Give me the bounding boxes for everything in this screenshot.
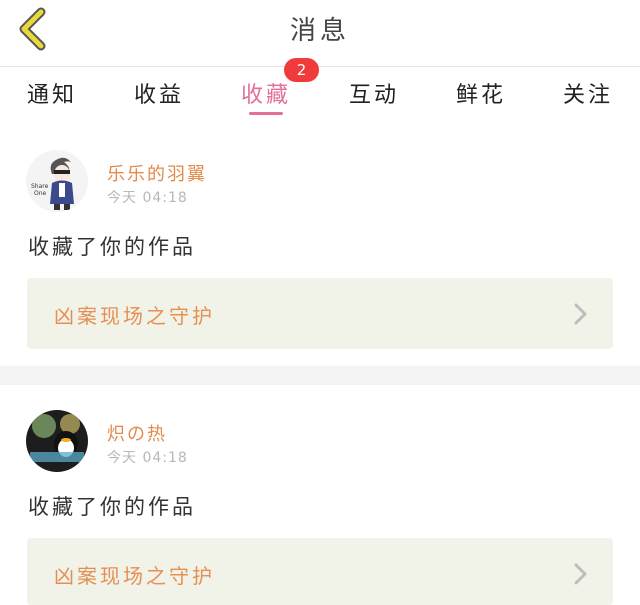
notification-item: Share One 乐乐的羽翼 今天 04:18 收藏了你的作品 凶案现场之守护	[0, 130, 640, 366]
favorites-count-badge: 2	[284, 58, 319, 82]
active-tab-indicator	[249, 112, 283, 115]
tab-follows[interactable]: 关注	[563, 77, 613, 109]
svg-text:Share: Share	[31, 183, 49, 190]
notification-message: 收藏了你的作品	[28, 495, 196, 519]
username[interactable]: 炽の热	[107, 420, 167, 446]
username[interactable]: 乐乐的羽翼	[107, 160, 207, 186]
chevron-right-icon	[574, 563, 587, 585]
tab-favorites[interactable]: 收藏	[241, 77, 291, 109]
work-title: 凶案现场之守护	[54, 564, 215, 588]
notification-message: 收藏了你的作品	[28, 235, 196, 259]
svg-text:One: One	[34, 190, 47, 197]
section-divider	[0, 366, 640, 385]
tab-notifications[interactable]: 通知	[27, 77, 77, 109]
avatar-image: Share One	[26, 150, 88, 212]
chevron-right-icon	[574, 303, 587, 325]
timestamp: 今天 04:18	[107, 450, 188, 466]
user-avatar[interactable]	[26, 410, 88, 472]
timestamp: 今天 04:18	[107, 190, 188, 206]
top-bar: 消息	[0, 0, 640, 67]
tab-flowers[interactable]: 鲜花	[456, 77, 506, 109]
work-title: 凶案现场之守护	[54, 304, 215, 328]
user-avatar[interactable]: Share One	[26, 150, 88, 212]
tab-bar: 通知 收益 收藏 互动 鲜花 关注	[0, 67, 640, 119]
notification-item: 炽の热 今天 04:18 收藏了你的作品 凶案现场之守护	[0, 385, 640, 605]
tab-earnings[interactable]: 收益	[134, 77, 184, 109]
tab-interactions[interactable]: 互动	[349, 77, 399, 109]
work-link[interactable]: 凶案现场之守护	[27, 278, 613, 349]
page-title: 消息	[289, 16, 350, 46]
avatar-image	[26, 410, 88, 472]
work-link[interactable]: 凶案现场之守护	[27, 538, 613, 605]
